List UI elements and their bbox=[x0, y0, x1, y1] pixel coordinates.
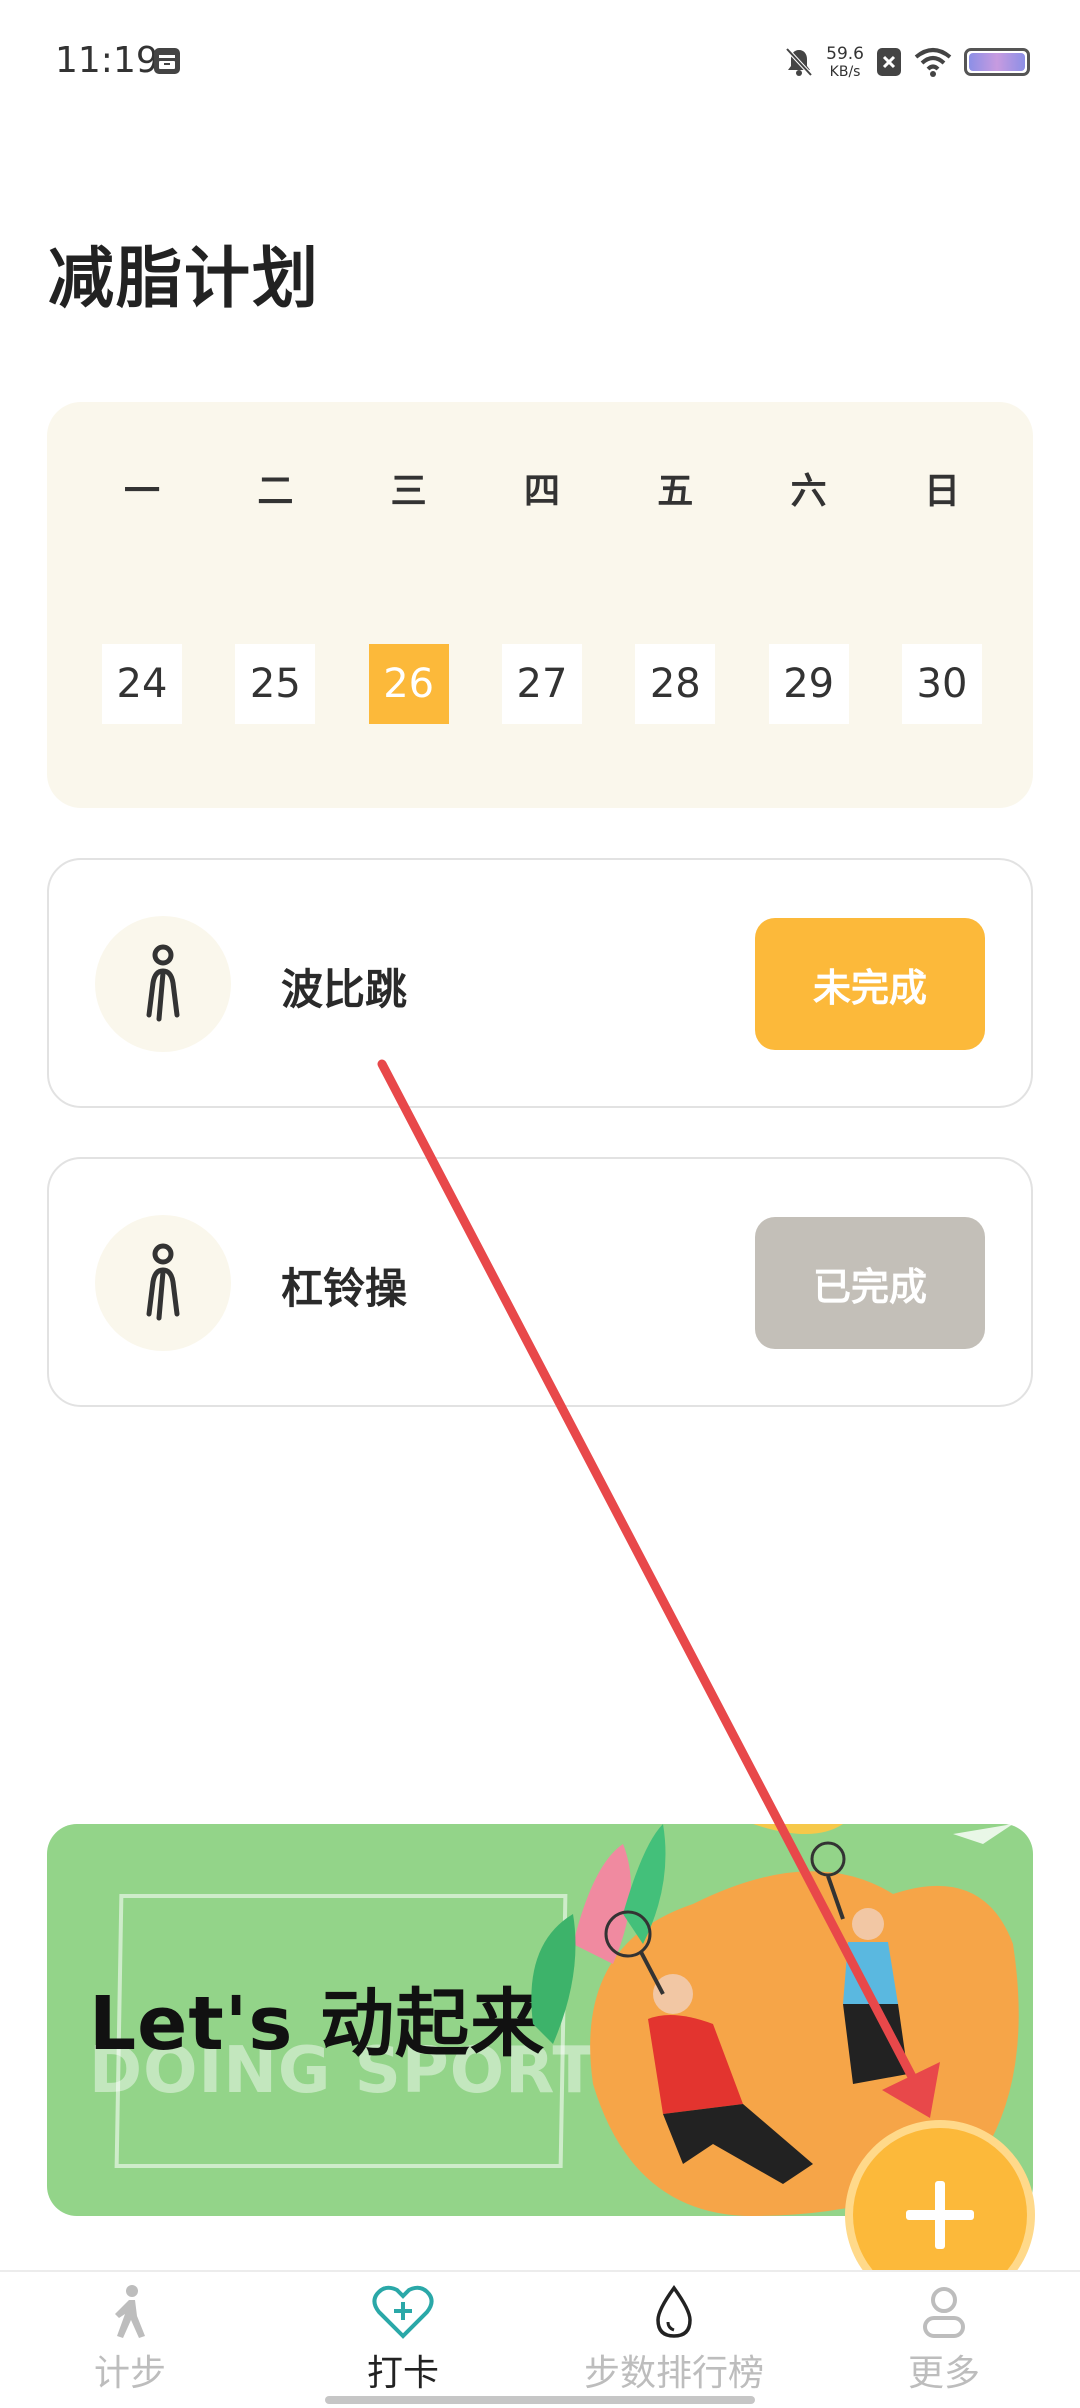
status-bar: 11:19 59.6 KB/s bbox=[0, 0, 1080, 110]
week-calendar: 一 二 三 四 五 六 日 24 25 26 27 28 29 30 bbox=[47, 402, 1033, 808]
nav-label: 更多 bbox=[908, 2353, 981, 2394]
sim-blocked-icon bbox=[877, 48, 901, 76]
net-speed-unit: KB/s bbox=[829, 63, 861, 80]
weekday-row: 一 二 三 四 五 六 日 bbox=[102, 462, 982, 514]
nav-label: 打卡 bbox=[367, 2353, 440, 2394]
weekday-label: 五 bbox=[657, 471, 694, 512]
day-cell[interactable]: 27 bbox=[501, 644, 582, 724]
weekday-label: 四 bbox=[523, 471, 560, 512]
day-cell[interactable]: 28 bbox=[635, 644, 716, 724]
battery-level bbox=[969, 53, 1025, 71]
water-drop-icon bbox=[656, 2285, 692, 2338]
heart-plus-icon bbox=[372, 2285, 434, 2339]
person-exercise-icon bbox=[146, 944, 180, 1022]
nav-item-step-ranking[interactable]: 步数排行榜 bbox=[584, 2284, 764, 2396]
day-cell[interactable]: 24 bbox=[102, 644, 182, 724]
day-cell[interactable]: 30 bbox=[901, 644, 982, 724]
notification-app-icon bbox=[154, 48, 180, 74]
person-exercise-icon bbox=[146, 1243, 180, 1321]
task-name: 杠铃操 bbox=[281, 1264, 408, 1313]
plus-icon bbox=[906, 2181, 974, 2249]
weekday-label: 二 bbox=[257, 471, 294, 512]
banner-title: Let's 动起来 bbox=[89, 1981, 546, 2067]
page-title: 减脂计划 bbox=[48, 240, 320, 317]
nav-label: 步数排行榜 bbox=[584, 2353, 765, 2394]
task-name: 波比跳 bbox=[281, 965, 408, 1014]
battery-icon bbox=[964, 48, 1030, 76]
task-status-button[interactable]: 已完成 bbox=[755, 1217, 985, 1349]
bottom-navigation: 计步 打卡 步数排行榜 更多 bbox=[0, 2270, 1080, 2408]
app-screen: 11:19 59.6 KB/s 减脂计划 一 二 三 四 五 六 日 24 25… bbox=[0, 0, 1080, 2408]
weekday-label: 日 bbox=[923, 471, 960, 512]
task-card[interactable]: 杠铃操 已完成 bbox=[47, 1157, 1033, 1407]
task-card[interactable]: 波比跳 未完成 bbox=[47, 858, 1033, 1108]
weekday-label: 三 bbox=[390, 471, 427, 512]
task-status-button[interactable]: 未完成 bbox=[755, 918, 985, 1050]
status-time: 11:19 bbox=[55, 40, 159, 81]
nav-item-checkin[interactable]: 打卡 bbox=[367, 2284, 439, 2396]
bell-mute-icon bbox=[785, 47, 813, 77]
nav-item-more[interactable]: 更多 bbox=[908, 2284, 980, 2396]
net-speed-value: 59.6 bbox=[826, 43, 864, 64]
task-icon-badge bbox=[95, 1215, 231, 1351]
walking-icon bbox=[115, 2285, 145, 2338]
task-icon-badge bbox=[95, 916, 231, 1052]
nav-label: 计步 bbox=[94, 2353, 167, 2394]
net-speed: 59.6 KB/s bbox=[826, 43, 864, 80]
day-cell-selected[interactable]: 26 bbox=[368, 644, 449, 724]
weekday-label: 六 bbox=[790, 471, 827, 512]
day-cell[interactable]: 29 bbox=[768, 644, 849, 724]
day-cell[interactable]: 25 bbox=[235, 644, 316, 724]
day-row: 24 25 26 27 28 29 30 bbox=[102, 644, 982, 724]
user-icon bbox=[923, 2287, 965, 2338]
status-right-icons: 59.6 KB/s bbox=[784, 38, 1030, 86]
nav-item-steps[interactable]: 计步 bbox=[94, 2284, 166, 2396]
weekday-label: 一 bbox=[123, 471, 160, 512]
wifi-icon bbox=[914, 48, 952, 77]
home-indicator[interactable] bbox=[325, 2396, 755, 2404]
